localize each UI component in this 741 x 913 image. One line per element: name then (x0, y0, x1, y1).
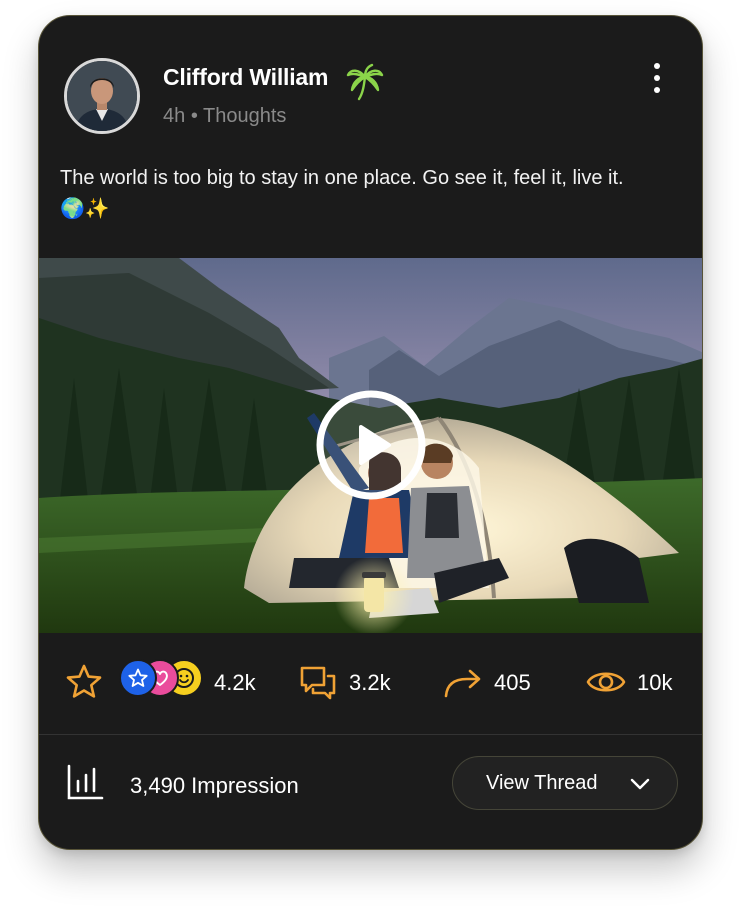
impressions-count: 3,490 Impression (130, 773, 299, 798)
post-body: The world is too big to stay in one plac… (60, 167, 624, 220)
star-reaction-icon (119, 659, 157, 697)
chevron-down-icon (630, 778, 650, 790)
view-thread-label: View Thread (486, 771, 598, 794)
bar-chart-icon (67, 764, 104, 800)
post-card: Clifford William 4h • Thoughts The world… (38, 15, 703, 850)
post-category[interactable]: Thoughts (203, 105, 286, 127)
palm-tree-icon (346, 63, 384, 101)
star-icon[interactable] (65, 663, 103, 701)
avatar-portrait (67, 61, 137, 131)
more-vertical-icon[interactable] (645, 60, 669, 96)
meta-separator: • (190, 105, 198, 127)
avatar[interactable] (64, 58, 140, 134)
shares-count: 405 (494, 670, 531, 695)
play-icon[interactable] (315, 389, 427, 501)
comments-count: 3.2k (349, 670, 391, 695)
reaction-stack[interactable] (119, 659, 207, 699)
view-thread-button[interactable]: View Thread (452, 756, 678, 810)
comment-bubbles-icon[interactable] (298, 663, 338, 703)
post-time: 4h (163, 105, 186, 127)
reactions-count: 4.2k (214, 670, 256, 695)
views-count: 10k (637, 670, 673, 695)
eye-icon[interactable] (585, 665, 627, 699)
engagement-bar: 4.2k 3.2k 405 10k (39, 633, 702, 735)
post-video[interactable] (39, 258, 702, 633)
post-meta: 4h • Thoughts (163, 105, 286, 128)
share-arrow-icon[interactable] (443, 665, 483, 699)
author-name[interactable]: Clifford William (163, 64, 328, 91)
